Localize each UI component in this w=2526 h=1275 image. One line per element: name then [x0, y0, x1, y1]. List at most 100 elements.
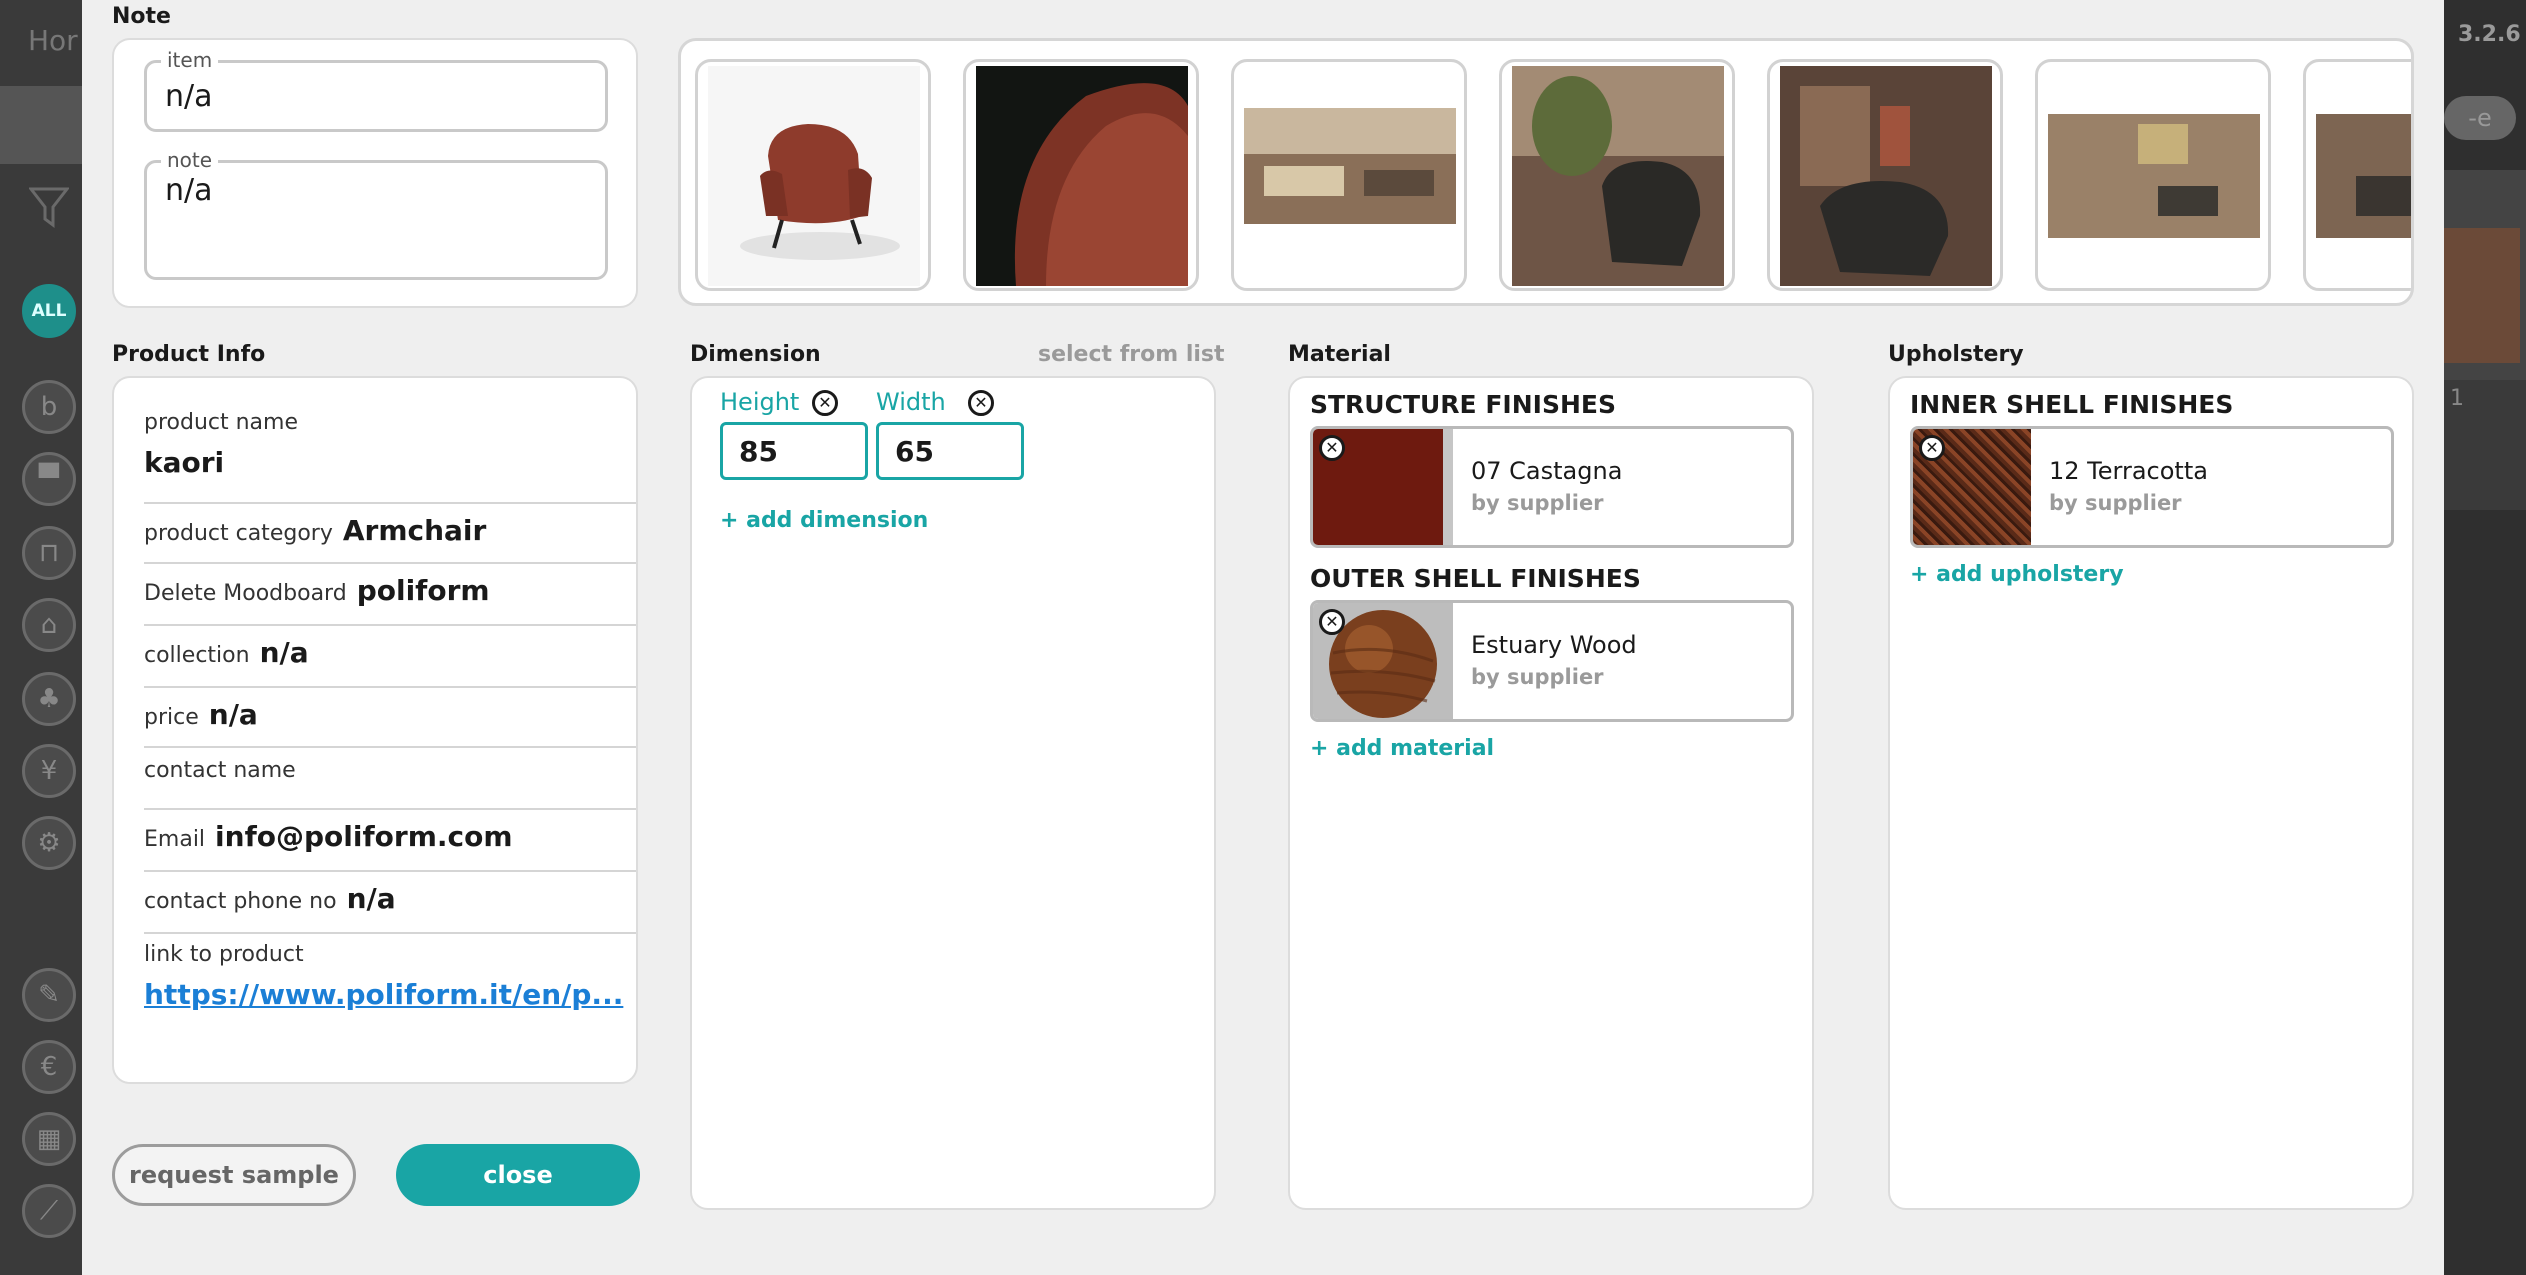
collection-row: collection n/a	[144, 636, 636, 688]
note-card: item n/a note n/a	[112, 38, 638, 308]
cactus-icon[interactable]: ¥	[22, 744, 76, 798]
upholstery-card: INNER SHELL FINISHES ✕ 12 Terracotta by …	[1888, 376, 2414, 1210]
euro-icon[interactable]: €	[22, 1040, 76, 1094]
inner-shell-finish-tile[interactable]: ✕ 12 Terracotta by supplier	[1910, 426, 2394, 548]
armchair-product-image	[708, 66, 920, 286]
item-field-label: item	[161, 48, 219, 72]
brush-icon[interactable]: ✎	[22, 968, 76, 1022]
version-label: 3.2.6	[2458, 22, 2521, 47]
plant-icon[interactable]: ♣	[22, 672, 76, 726]
divider	[144, 502, 636, 504]
remove-inner-shell-finish-icon[interactable]: ✕	[1919, 435, 1945, 461]
sofa-icon[interactable]: ⊓	[22, 526, 76, 580]
note-field[interactable]: note n/a	[144, 148, 608, 280]
filter-icon[interactable]	[22, 180, 76, 234]
collection-value: n/a	[259, 636, 309, 669]
moodboard-row: Delete Moodboard poliform	[144, 574, 636, 626]
product-info-card: product name kaori product category Armc…	[112, 376, 638, 1084]
height-input[interactable]: 85	[720, 422, 868, 480]
product-name-label: product name	[144, 410, 298, 435]
brand-b-icon[interactable]: b	[22, 380, 76, 434]
paint-roller-icon[interactable]: ▀	[22, 452, 76, 506]
request-sample-button[interactable]: request sample	[112, 1144, 356, 1206]
gear-icon[interactable]: ⚙	[22, 816, 76, 870]
price-value: n/a	[208, 698, 258, 731]
email-value[interactable]: info@poliform.com	[215, 820, 512, 853]
phone-row: contact phone no n/a	[144, 882, 636, 934]
right-list-thumbnail[interactable]	[2444, 228, 2520, 363]
living-room-scene-image	[1780, 66, 1992, 286]
dimension-card: Height ✕ Width ✕ 85 65 + add dimension	[690, 376, 1216, 1210]
width-label: Width	[876, 388, 946, 416]
price-label: price	[144, 705, 199, 730]
living-room-scene-image	[1244, 66, 1456, 286]
row-badge: 1	[2450, 386, 2464, 411]
lamp-icon[interactable]: ⌂	[22, 598, 76, 652]
product-link[interactable]: https://www.poliform.it/en/p...	[144, 978, 623, 1011]
remove-structure-finish-icon[interactable]: ✕	[1319, 435, 1345, 461]
width-input[interactable]: 65	[876, 422, 1024, 480]
remove-height-icon[interactable]: ✕	[812, 390, 838, 416]
structure-finish-source: by supplier	[1471, 491, 1604, 515]
select-from-list-link[interactable]: select from list	[1038, 342, 1225, 367]
structure-finishes-title: STRUCTURE FINISHES	[1310, 390, 1616, 419]
inner-shell-finish-source: by supplier	[2049, 491, 2182, 515]
contact-name-row: contact name	[144, 758, 636, 810]
home-tab-label[interactable]: Hor	[28, 24, 78, 57]
structure-finish-tile[interactable]: ✕ 07 Castagna by supplier	[1310, 426, 1794, 548]
phone-value: n/a	[346, 882, 396, 915]
collection-label: collection	[144, 643, 250, 668]
gallery-thumb-1[interactable]	[695, 59, 931, 291]
link-label: link to product	[144, 942, 304, 967]
add-upholstery-link[interactable]: + add upholstery	[1910, 562, 2124, 587]
gallery-thumb-5[interactable]	[1767, 59, 2003, 291]
outer-shell-finish-tile[interactable]: ✕ Estuary Wood by supplier	[1310, 600, 1794, 722]
building-icon[interactable]: ▦	[22, 1112, 76, 1166]
structure-finish-name: 07 Castagna	[1471, 457, 1623, 485]
product-name-value: kaori	[144, 446, 225, 479]
item-field-value: n/a	[165, 79, 213, 114]
moodboard-value: poliform	[356, 574, 490, 607]
email-label: Email	[144, 827, 206, 852]
outer-shell-finish-name: Estuary Wood	[1471, 631, 1637, 659]
email-row: Email info@poliform.com	[144, 820, 636, 872]
note-section-title: Note	[112, 4, 171, 29]
add-dimension-link[interactable]: + add dimension	[720, 508, 928, 533]
right-toggle-pill[interactable]: -e	[2444, 96, 2516, 140]
right-list-row[interactable]: 1	[2444, 380, 2526, 510]
material-title: Material	[1288, 342, 1391, 367]
product-category-row: product category Armchair	[144, 514, 636, 564]
ruler-icon[interactable]: ⟋	[22, 1184, 76, 1238]
app-right-panel: 3.2.6 -e 1	[2444, 0, 2526, 1275]
note-field-value: n/a	[165, 173, 213, 208]
price-row: price n/a	[144, 698, 636, 748]
image-gallery	[678, 38, 2414, 306]
phone-label: contact phone no	[144, 889, 337, 914]
delete-moodboard-label[interactable]: Delete Moodboard	[144, 581, 347, 606]
add-material-link[interactable]: + add material	[1310, 736, 1494, 761]
living-room-scene-image	[2316, 66, 2411, 286]
gallery-thumb-3[interactable]	[1231, 59, 1467, 291]
height-label: Height	[720, 388, 800, 416]
outer-shell-finishes-title: OUTER SHELL FINISHES	[1310, 564, 1641, 593]
all-filter-icon[interactable]: ALL	[22, 284, 76, 338]
close-button[interactable]: close	[396, 1144, 640, 1206]
living-room-scene-image	[2048, 66, 2260, 286]
outer-shell-finish-source: by supplier	[1471, 665, 1604, 689]
app-sidebar: Hor ALL b ▀ ⊓ ⌂ ♣ ¥ ⚙ ✎ € ▦ ⟋	[0, 0, 82, 1275]
gallery-thumb-6[interactable]	[2035, 59, 2271, 291]
gallery-thumb-2[interactable]	[963, 59, 1199, 291]
product-category-value: Armchair	[342, 514, 487, 547]
living-room-scene-image	[1512, 66, 1724, 286]
product-info-title: Product Info	[112, 342, 266, 367]
remove-width-icon[interactable]: ✕	[968, 390, 994, 416]
product-detail-modal: Note item n/a note n/a Product Info prod…	[82, 0, 2444, 1275]
product-category-label: product category	[144, 521, 333, 546]
dimension-title: Dimension	[690, 342, 821, 367]
gallery-thumb-7[interactable]	[2303, 59, 2411, 291]
remove-outer-shell-finish-icon[interactable]: ✕	[1319, 609, 1345, 635]
contact-name-label: contact name	[144, 758, 296, 783]
item-field[interactable]: item n/a	[144, 48, 608, 132]
gallery-thumb-4[interactable]	[1499, 59, 1735, 291]
armchair-detail-image	[976, 66, 1188, 286]
